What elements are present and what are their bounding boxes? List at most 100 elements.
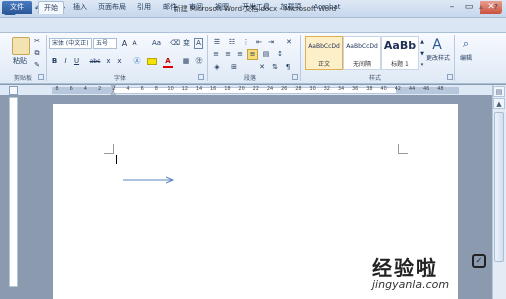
tab-mailings[interactable]: 邮件: [160, 1, 180, 14]
style-heading-1[interactable]: AaBb 标题 1: [381, 36, 419, 70]
tab-file[interactable]: 文件: [2, 1, 32, 14]
styles-dialog-launcher[interactable]: [447, 74, 453, 80]
top-left-margin-mark: [104, 144, 114, 154]
style-no-spacing[interactable]: AaBbCcDd 无间隔: [343, 36, 381, 70]
font-dialog-launcher[interactable]: [198, 74, 204, 80]
group-label-paragraph: 段落: [243, 75, 256, 82]
group-label-font: 字体: [113, 75, 126, 82]
multilevel-list-icon[interactable]: ⋮: [241, 37, 251, 48]
ruler-number: 14: [195, 86, 203, 92]
ruler-number: 6: [140, 86, 144, 92]
tab-selector-button[interactable]: [9, 86, 18, 95]
sort-icon[interactable]: ⇅: [270, 62, 280, 73]
decrease-indent-icon[interactable]: ⇤: [254, 37, 264, 48]
ruler-number: 4: [126, 86, 130, 92]
cut-icon[interactable]: ✂: [32, 36, 42, 47]
tab-page-layout[interactable]: 页面布局: [96, 1, 128, 14]
top-right-margin-mark: [398, 144, 408, 154]
change-styles-button[interactable]: 更改样式: [424, 53, 452, 64]
minimize-button[interactable]: –: [444, 1, 460, 14]
style-name: 标题 1: [391, 61, 409, 68]
asian-layout-icon[interactable]: ✕: [284, 37, 294, 48]
tab-developer[interactable]: 开发工具: [240, 1, 272, 14]
underline-button[interactable]: U: [72, 56, 81, 67]
phonetic-guide-button[interactable]: 变: [182, 38, 191, 49]
highlight-color-icon[interactable]: [147, 58, 157, 65]
ruler-number: 6: [69, 86, 73, 92]
align-left-icon[interactable]: ≡: [211, 49, 221, 60]
watermark-check-icon: ✓: [472, 254, 486, 268]
text-effects-icon[interactable]: Ⓐ: [132, 56, 142, 67]
tab-acrobat[interactable]: Acrobat: [310, 1, 344, 14]
ruler-number: 8: [55, 86, 59, 92]
watermark-title: 经验啦: [372, 256, 438, 280]
group-separator: [454, 35, 455, 81]
ruler-number: 26: [281, 86, 288, 92]
grow-font-button[interactable]: A: [120, 38, 129, 49]
tab-insert[interactable]: 插入: [70, 1, 90, 14]
ruler-number: 16: [210, 86, 217, 92]
clear-formatting-icon[interactable]: ⌫: [170, 38, 180, 49]
bullets-icon[interactable]: ☰: [211, 37, 223, 48]
justify-icon[interactable]: ≡: [247, 49, 258, 60]
font-color-bar: [163, 66, 173, 68]
strikethrough-button[interactable]: abc: [88, 56, 102, 67]
show-marks-icon[interactable]: ¶: [283, 62, 293, 73]
style-preview: AaBbCcDd: [346, 43, 378, 50]
ribbon-minimize-icon[interactable]: ▵: [476, 1, 486, 14]
shrink-font-button[interactable]: A: [130, 38, 139, 49]
enclose-characters-icon[interactable]: ㊟: [194, 56, 204, 67]
group-separator: [207, 35, 208, 81]
chinese-layout-icon[interactable]: ✕: [256, 62, 268, 73]
distributed-icon[interactable]: ▤: [261, 49, 271, 60]
font-name-dropdown[interactable]: 宋体 (中文正): [49, 38, 92, 49]
scroll-thumb[interactable]: [494, 112, 504, 262]
tab-references[interactable]: 引用: [134, 1, 154, 14]
editing-button[interactable]: 编辑: [456, 53, 476, 64]
format-painter-icon[interactable]: ✎: [32, 60, 42, 71]
shading-icon[interactable]: ◈: [211, 62, 223, 73]
character-shading-icon[interactable]: ▦: [181, 56, 191, 67]
style-name: 无间隔: [352, 61, 371, 68]
tab-view[interactable]: 视图: [212, 1, 232, 14]
ruler-number: 30: [309, 86, 316, 92]
bold-button[interactable]: B: [50, 56, 59, 67]
scroll-up-icon[interactable]: ▲: [493, 98, 505, 109]
line-spacing-icon[interactable]: ↕: [274, 49, 286, 60]
tab-addins[interactable]: 加载项: [278, 1, 304, 14]
ruler-number: 34: [337, 86, 345, 92]
help-icon[interactable]: ?: [490, 1, 502, 14]
copy-icon[interactable]: ⧉: [32, 48, 42, 59]
italic-button[interactable]: I: [61, 56, 70, 67]
ruler-number: 8: [154, 86, 158, 92]
align-right-icon[interactable]: ≡: [235, 49, 245, 60]
character-border-button[interactable]: A: [194, 38, 203, 49]
numbering-icon[interactable]: ☷: [226, 37, 238, 48]
vertical-ruler[interactable]: [9, 97, 18, 287]
ruler-toggle-icon[interactable]: ▤: [493, 86, 505, 97]
watermark-url: jingyanla.com: [372, 278, 450, 291]
paste-button[interactable]: 粘贴: [8, 56, 32, 67]
tab-home[interactable]: 开始: [38, 1, 64, 14]
increase-indent-icon[interactable]: ⇥: [266, 37, 276, 48]
subscript-button[interactable]: x: [104, 56, 113, 67]
paste-icon[interactable]: [12, 37, 30, 55]
ruler-number: 32: [323, 86, 330, 92]
maximize-button[interactable]: ▭: [461, 1, 477, 14]
font-size-dropdown[interactable]: 五号: [93, 38, 117, 49]
change-styles-icon[interactable]: A: [428, 36, 446, 54]
superscript-button[interactable]: x: [115, 56, 124, 67]
ribbon-tab-row: [0, 18, 506, 32]
align-center-icon[interactable]: ≡: [223, 49, 233, 60]
borders-icon[interactable]: ⊞: [228, 62, 240, 73]
tab-review[interactable]: 审阅: [186, 1, 206, 14]
group-separator: [300, 35, 301, 81]
clipboard-dialog-launcher[interactable]: [38, 74, 44, 80]
style-normal[interactable]: AaBbCcDd 正文: [305, 36, 343, 70]
find-icon[interactable]: ⌕: [458, 36, 474, 52]
change-case-button[interactable]: Aa: [150, 38, 163, 49]
ruler-number: 46: [423, 86, 430, 92]
ruler-number: 12: [181, 86, 188, 92]
styles-scroll-up-icon[interactable]: ▲: [419, 37, 425, 48]
paragraph-dialog-launcher[interactable]: [292, 74, 298, 80]
